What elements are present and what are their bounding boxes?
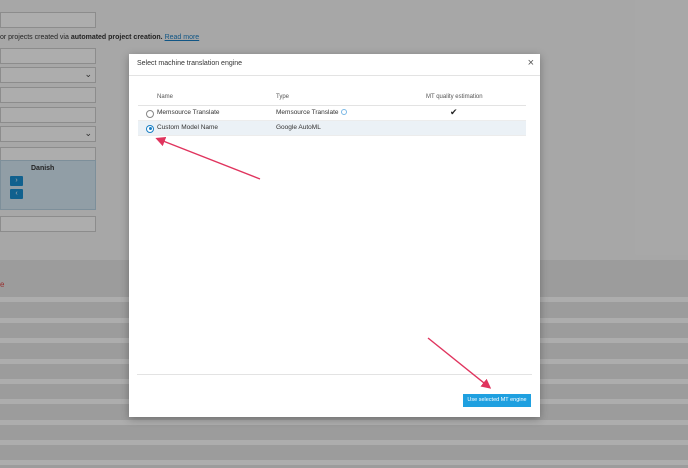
engine-name: Custom Model Name <box>157 124 219 131</box>
dialog-footer <box>137 374 532 375</box>
info-icon[interactable] <box>340 109 347 116</box>
column-header-quality: MT quality estimation <box>426 94 483 100</box>
mt-engine-dialog: Select machine translation engine × Name… <box>129 54 540 417</box>
engine-type: Memsource Translate <box>276 109 347 116</box>
engine-type-text: Memsource Translate <box>276 109 339 116</box>
dialog-title: Select machine translation engine <box>137 60 243 67</box>
dialog-header: Select machine translation engine × <box>129 54 540 76</box>
use-selected-engine-button[interactable]: Use selected MT engine <box>463 394 531 407</box>
engine-table: Name Type MT quality estimation Memsourc… <box>138 90 526 136</box>
column-header-name: Name <box>157 94 174 100</box>
engine-radio[interactable] <box>146 124 154 133</box>
table-row[interactable]: Custom Model Name Google AutoML <box>138 121 526 136</box>
engine-name: Memsource Translate <box>157 109 220 116</box>
table-header: Name Type MT quality estimation <box>138 90 526 106</box>
table-row[interactable]: Memsource Translate Memsource Translate … <box>138 106 526 121</box>
close-icon[interactable]: × <box>528 58 534 69</box>
engine-radio[interactable] <box>146 109 154 118</box>
checkmark-icon: ✔ <box>450 107 458 117</box>
engine-type: Google AutoML <box>276 124 321 131</box>
column-header-type: Type <box>276 94 290 100</box>
